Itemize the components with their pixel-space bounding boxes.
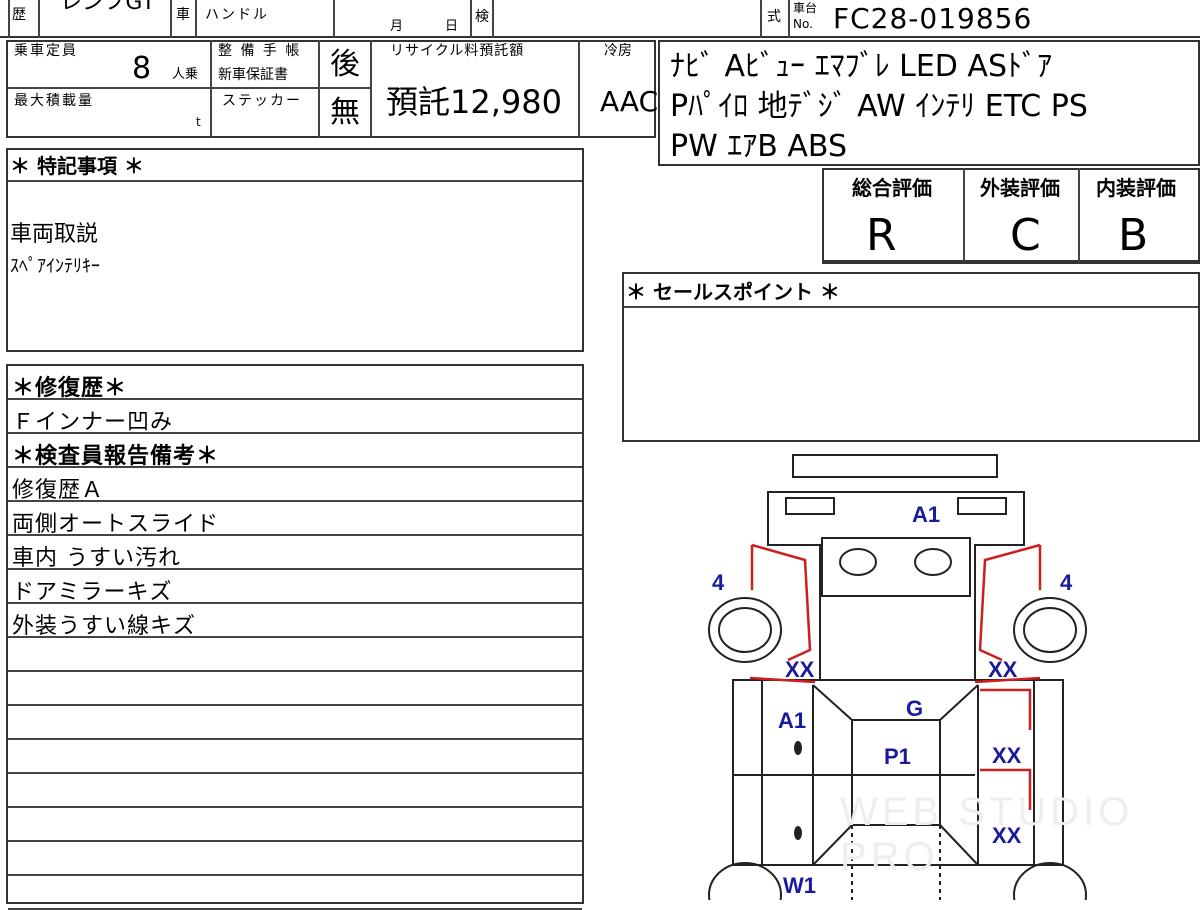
mark-4-left: 4 [712,570,725,595]
empty-row [8,876,582,910]
empty-row [8,774,582,808]
repair-history-item: Ｆインナー凹み [12,410,174,435]
type-label: 式 [767,9,781,25]
model-name-fragment: レンフGT [60,0,156,15]
overall-grade-label: 総合評価 [852,176,932,200]
empty-row [8,842,582,876]
exterior-grade-value: C [1010,210,1041,261]
overall-grade-value: R [866,210,897,261]
remark-item: 両側オートスライド [12,512,220,537]
special-notes-title: ＊ 特記事項 ＊ [10,154,144,178]
special-notes-box [6,148,584,352]
inspection-label: 検 [475,9,489,25]
interior-grade-label: 内装評価 [1096,176,1176,200]
maintenance-value: 後 [330,47,360,82]
inspector-remarks-title: ＊検査員報告備考＊ [12,444,220,469]
day-label: 日 [445,19,459,34]
repair-history-title: ＊修復歴＊ [12,376,128,401]
warranty-label: 新車保証書 [218,67,288,83]
maxload-unit: t [196,115,201,129]
empty-row [8,672,582,706]
mark-g: G [906,696,923,721]
history-remarks-rows: ＊修復歴＊ Ｆインナー凹み ＊検査員報告備考＊ 修復歴Ａ 両側オートスライド 車… [8,366,582,910]
cooling-label: 冷房 [604,43,632,59]
mark-xx-door-1: XX [992,743,1022,768]
mark-xx-right: XX [988,657,1018,682]
rear-left-wheel [708,862,782,900]
mark-xx-left: XX [785,657,815,682]
chassis-number: FC28-019856 [833,2,1033,35]
capacity-value: 8 [132,51,152,86]
maxload-label: 最大積載量 [14,93,94,109]
capacity-label: 乗車定員 [14,43,78,59]
equipment-line-3: PW ｴｱB ABS [670,129,848,164]
front-bumper [792,454,998,478]
handle-label: ハンドル [205,7,269,23]
mark-a1-front: A1 [912,502,940,527]
remark-item: ドアミラーキズ [12,580,173,605]
cooling-value: AAC [600,85,659,118]
sticker-value: 無 [330,95,360,130]
special-notes-line-2: ｽﾍﾟｱｲﾝﾃﾘｷｰ [10,256,100,277]
history-label-fragment: 歴 [12,7,26,23]
remark-item: 外装うすい線キズ [12,614,197,639]
interior-grade-value: B [1118,210,1149,261]
chassis-label-bottom: No. [793,17,813,31]
exterior-grade-label: 外装評価 [980,176,1060,200]
chassis-label-top: 車台 [793,1,818,15]
sales-points-title: ＊ セールスポイント ＊ [626,280,840,304]
sticker-label: ステッカー [222,93,302,109]
empty-row [8,740,582,774]
maintenance-record-label: 整 備 手 帳 [218,43,302,59]
recycle-fee-value: 預託12,980 [386,83,562,121]
mark-p1: P1 [884,744,911,769]
engine-bay [821,537,971,597]
recycle-fee-label: リサイクル料預託額 [390,43,525,59]
special-notes-line-1: 車両取説 [10,222,99,247]
remark-item: 車内 うすい汚れ [12,546,181,571]
mark-w1: W1 [783,873,816,898]
mark-a1-side: A1 [778,708,806,733]
empty-row [8,808,582,842]
remark-item: 修復歴Ａ [12,478,105,503]
equipment-line-1: ﾅﾋﾞ Aﾋﾞｭｰ ｴﾏﾌﾞﾚ LED ASﾄﾞｱ [670,49,1053,84]
empty-row [8,706,582,740]
equipment-line-2: Pﾊﾟｲﾛ 地ﾃﾞｼﾞ AW ｲﾝﾃﾘ ETC PS [670,89,1088,124]
mark-4-right: 4 [1060,570,1073,595]
capacity-unit: 人乗 [172,67,199,82]
car-label: 車 [176,7,190,23]
watermark: WEB STUDIO PRO [840,790,1134,879]
empty-row [8,638,582,672]
month-label: 月 [390,19,404,34]
